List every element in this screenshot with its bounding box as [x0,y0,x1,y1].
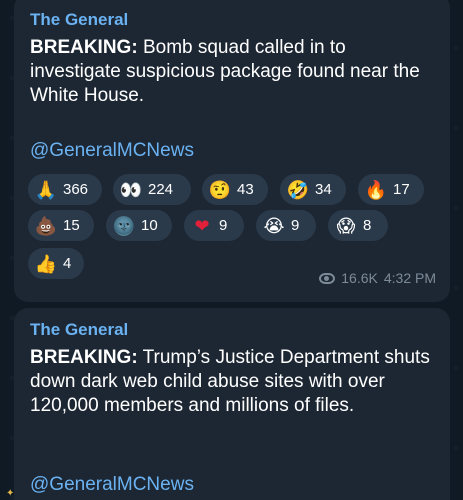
message-text: BREAKING: Trump’s Justice Department shu… [30,346,440,418]
message-bubble[interactable]: The General BREAKING: Trump’s Justice De… [14,308,450,500]
eye-icon [319,272,336,284]
message-meta: 16.6K 4:32 PM [319,270,436,286]
thumbs-up-icon: 👍 [34,253,58,274]
reaction-count: 34 [315,181,332,198]
crying-face-icon: 😭 [263,215,285,236]
message-text: BREAKING: Bomb squad called in to invest… [30,36,440,108]
rofl-face-icon: 🤣 [286,179,310,200]
reaction-count: 15 [63,217,80,234]
new-moon-face-icon: 🌚 [112,215,136,236]
raised-eyebrow-face-icon: 🤨 [208,179,232,200]
headline: BREAKING: [30,347,138,368]
reaction-count: 224 [148,181,174,198]
reaction-count: 9 [291,217,300,234]
headline: BREAKING: [30,37,138,58]
reaction-pill[interactable]: 😱 8 [328,210,388,241]
sender-name[interactable]: The General [30,320,128,340]
eyes-icon: 👀 [119,179,143,200]
reaction-count: 17 [393,181,410,198]
sparkle-icon: ✦ [6,488,15,499]
screaming-face-icon: 😱 [336,215,356,236]
reaction-pill[interactable]: 👍 4 [28,248,84,279]
channel-link[interactable]: @GeneralMCNews [30,140,194,162]
fire-icon: 🔥 [364,179,388,200]
view-count: 16.6K [341,270,378,286]
reaction-pill[interactable]: 🔥 17 [358,174,424,205]
reaction-count: 366 [63,181,89,198]
reaction-count: 8 [363,217,372,234]
reaction-count: 4 [63,255,72,272]
reaction-count: 9 [219,217,228,234]
channel-link[interactable]: @GeneralMCNews [30,474,194,496]
reaction-pill[interactable]: 🌚 10 [106,210,172,241]
reaction-pill[interactable]: 🤨 43 [202,174,268,205]
reaction-pill[interactable]: 😭 9 [256,210,316,241]
reaction-count: 43 [237,181,254,198]
poop-icon: 💩 [34,215,58,236]
folded-hands-icon: 🙏 [34,179,58,200]
timestamp: 4:32 PM [383,270,436,286]
reaction-pill[interactable]: 👀 224 [113,174,191,205]
reaction-count: 10 [141,217,158,234]
reaction-pill[interactable]: 🙏 366 [28,174,102,205]
sender-name[interactable]: The General [30,10,128,30]
reaction-pill[interactable]: 💩 15 [28,210,94,241]
reaction-pill[interactable]: 🤣 34 [280,174,346,205]
reaction-pill[interactable]: ❤ 9 [184,210,244,241]
red-heart-icon: ❤ [194,215,210,236]
message-bubble[interactable]: The General BREAKING: Bomb squad called … [14,0,450,302]
